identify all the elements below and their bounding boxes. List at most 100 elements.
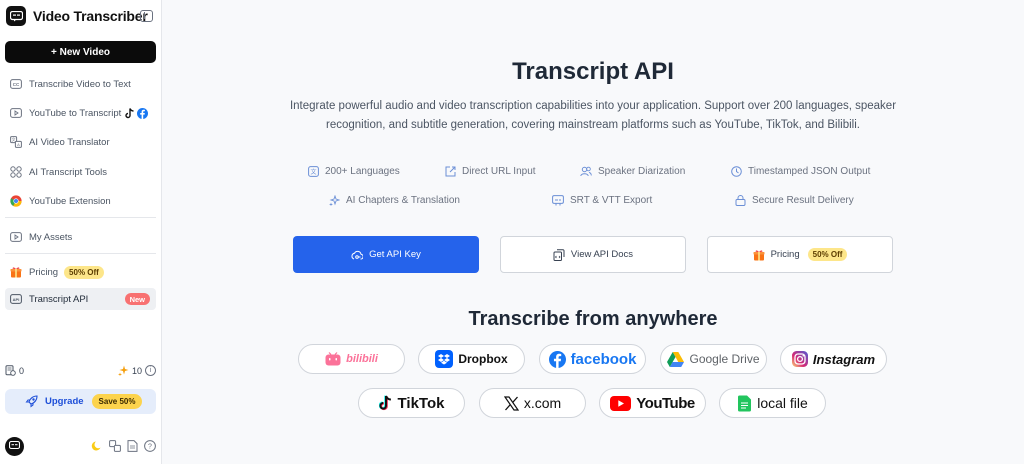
svg-text:A: A	[17, 142, 20, 147]
feature-secure-delivery: Secure Result Delivery	[735, 195, 854, 206]
avatar[interactable]	[5, 436, 24, 456]
sidebar-item-label: AI Video Translator	[29, 136, 110, 148]
platform-dropbox[interactable]: Dropbox	[418, 344, 525, 374]
sidebar-item-ai-transcript-tools[interactable]: AI Transcript Tools	[5, 161, 156, 183]
feature-speaker-diarization: Speaker Diarization	[580, 166, 685, 177]
feature-label: Timestamped JSON Output	[748, 166, 871, 177]
get-api-key-label: Get API Key	[369, 249, 421, 260]
credits-left-count: 0	[19, 365, 25, 376]
gift-icon	[753, 249, 765, 261]
help-icon[interactable]: ?	[144, 440, 156, 452]
sidebar-item-ai-video-translator[interactable]: 文A AI Video Translator	[5, 131, 156, 153]
svg-text:?: ?	[148, 444, 152, 451]
platform-label: Dropbox	[458, 352, 508, 366]
feature-label: 200+ Languages	[325, 166, 400, 177]
pricing-button[interactable]: Pricing 50% Off	[707, 236, 893, 273]
view-api-docs-button[interactable]: View API Docs	[500, 236, 686, 273]
translate-icon: 文A	[10, 136, 22, 148]
sidebar-item-youtube-extension[interactable]: YouTube Extension	[5, 190, 156, 212]
instagram-icon	[791, 351, 808, 367]
feature-label: Speaker Diarization	[598, 166, 686, 177]
section-title: Transcribe from anywhere	[468, 308, 718, 330]
tiktok-icon	[378, 395, 393, 411]
platform-label: x.com	[523, 395, 562, 411]
get-api-key-button[interactable]: Get API Key	[293, 236, 479, 273]
sidebar-item-label: YouTube Extension	[29, 195, 111, 207]
platform-label: YouTube	[636, 394, 695, 412]
platform-tiktok[interactable]: TikTok	[358, 388, 465, 418]
language-icon: 文	[308, 166, 319, 177]
upgrade-button[interactable]: Upgrade Save 50%	[5, 389, 156, 414]
dropbox-icon	[435, 350, 454, 368]
sidebar-item-label: AI Transcript Tools	[29, 166, 107, 178]
collapse-sidebar-icon[interactable]	[140, 10, 153, 22]
platform-label: Google Drive	[689, 352, 760, 366]
feature-label: Direct URL Input	[462, 166, 536, 177]
users-icon	[580, 166, 592, 177]
page-title: Transcript API	[512, 58, 674, 85]
grid-icon	[10, 166, 22, 178]
sidebar-item-youtube-transcript[interactable]: YouTube to Transcript	[5, 102, 156, 124]
new-video-label: + New Video	[50, 46, 110, 58]
platform-label: Instagram	[812, 351, 876, 367]
gift-icon	[10, 266, 22, 278]
feature-ai-chapters: AI Chapters & Translation	[329, 195, 460, 206]
info-icon[interactable]: i	[145, 365, 156, 376]
sidebar-item-label: Transcript API	[29, 293, 89, 305]
sidebar-item-label: Pricing	[29, 266, 59, 278]
feature-direct-url: Direct URL Input	[445, 166, 536, 177]
x-icon	[503, 395, 519, 411]
page-description: Integrate powerful audio and video trans…	[289, 100, 897, 131]
credits-right-count: 10	[131, 365, 142, 376]
local-file-icon	[737, 395, 752, 412]
platform-bilibili[interactable]: bilibili	[298, 344, 405, 374]
platform-youtube[interactable]: YouTube	[599, 388, 706, 418]
upgrade-label: Upgrade	[45, 396, 84, 407]
brand[interactable]: Video Transcriber	[6, 6, 148, 26]
sidebar-footer: ?	[5, 436, 156, 456]
api-icon: API	[10, 293, 22, 305]
dark-mode-icon[interactable]	[91, 440, 103, 452]
subtitle-icon	[552, 195, 564, 206]
tiktok-icon	[125, 107, 135, 119]
clock-icon	[731, 166, 742, 177]
sidebar-item-transcribe-video[interactable]: CC Transcribe Video to Text	[5, 73, 156, 95]
rocket-icon	[25, 395, 38, 408]
credits-doc-icon	[5, 365, 16, 376]
sidebar-item-transcript-api[interactable]: API Transcript API New	[5, 288, 156, 310]
sidebar-item-my-assets[interactable]: My Assets	[5, 226, 156, 248]
play-square-icon	[10, 231, 22, 243]
svg-text:API: API	[13, 297, 20, 302]
sidebar: Video Transcriber + New Video CC Transcr…	[0, 0, 162, 464]
new-video-button[interactable]: + New Video	[5, 41, 156, 63]
facebook-icon	[548, 350, 566, 368]
sidebar-item-pricing[interactable]: Pricing 50% Off	[5, 261, 156, 283]
sidebar-item-label: My Assets	[29, 231, 73, 243]
chrome-icon	[10, 195, 22, 207]
feature-srt-vtt: SRT & VTT Export	[552, 195, 652, 206]
feature-label: SRT & VTT Export	[570, 195, 653, 206]
platform-facebook[interactable]: facebook	[539, 344, 646, 374]
feature-languages: 文 200+ Languages	[308, 166, 400, 177]
platform-google-drive[interactable]: Google Drive	[660, 344, 767, 374]
language-icon[interactable]	[109, 440, 121, 452]
pricing-label: Pricing	[770, 249, 800, 260]
platform-label: TikTok	[397, 394, 445, 412]
platform-local-file[interactable]: local file	[719, 388, 826, 418]
document-icon[interactable]	[127, 440, 138, 452]
feature-timestamped-json: Timestamped JSON Output	[731, 166, 870, 177]
sparkle-icon	[117, 365, 129, 376]
app-logo-icon	[6, 6, 26, 26]
feature-label: Secure Result Delivery	[752, 195, 854, 206]
lock-icon	[735, 195, 746, 206]
main-content: Transcript API Integrate powerful audio …	[162, 0, 1024, 464]
feature-label: AI Chapters & Translation	[346, 195, 460, 206]
key-cloud-icon	[351, 249, 364, 261]
new-badge: New	[124, 293, 150, 305]
youtube-icon	[610, 395, 632, 411]
divider	[5, 217, 156, 218]
platform-x[interactable]: x.com	[479, 388, 586, 418]
view-api-docs-label: View API Docs	[570, 249, 634, 260]
divider	[5, 253, 156, 254]
platform-instagram[interactable]: Instagram	[780, 344, 887, 374]
